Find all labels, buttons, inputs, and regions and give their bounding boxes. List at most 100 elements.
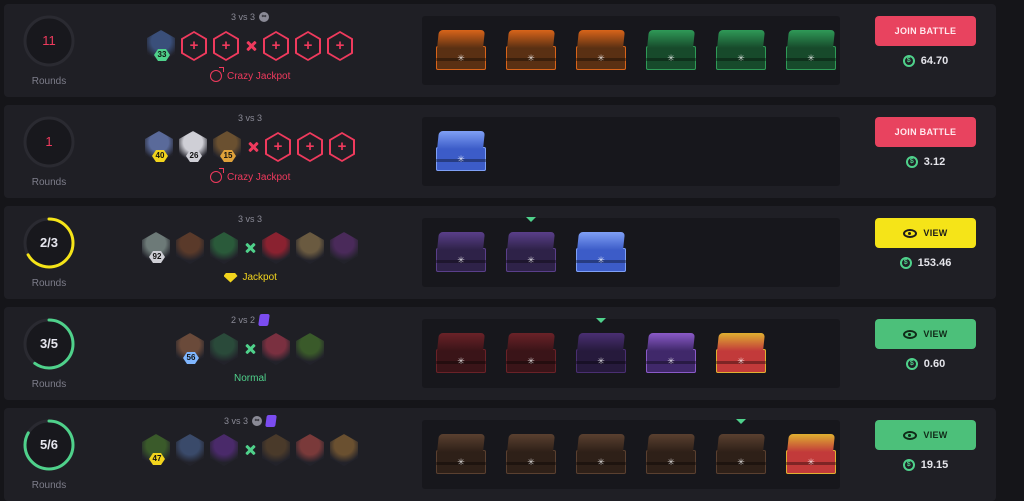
purple-case-icon: ✳ bbox=[504, 230, 558, 276]
case-lid bbox=[437, 131, 485, 149]
case-emblem-icon: ✳ bbox=[527, 457, 535, 467]
battle-action: JOIN BATTLE $3.12 bbox=[875, 117, 976, 168]
case-emblem-icon: ✳ bbox=[527, 255, 535, 265]
avatar-image bbox=[262, 232, 290, 264]
battle-mode: 3 vs 3 bbox=[238, 212, 262, 226]
battle-row[interactable]: 1 Rounds 3 vs 3 40 26 15 + + + Crazy Jackpot ✳ JOIN… bbox=[4, 105, 996, 198]
player-avatar[interactable] bbox=[330, 232, 358, 264]
empty-slot-button[interactable]: + bbox=[327, 31, 353, 61]
battle-price: $0.60 bbox=[875, 358, 976, 370]
join-battle-button[interactable]: JOIN BATTLE bbox=[875, 117, 976, 147]
case-lid bbox=[717, 333, 765, 351]
battle-action: VIEW $153.46 bbox=[875, 218, 976, 269]
rounds-indicator: 2/3 bbox=[22, 216, 76, 270]
group-icon bbox=[258, 314, 270, 326]
case-lid bbox=[577, 333, 625, 351]
battle-action: VIEW $19.15 bbox=[875, 420, 976, 471]
price-value: 0.60 bbox=[923, 358, 946, 370]
player-avatar[interactable]: 40 bbox=[145, 131, 173, 163]
price-value: 3.12 bbox=[923, 156, 946, 168]
player-avatar[interactable]: 33 bbox=[147, 30, 175, 62]
brown-case-icon: ✳ bbox=[504, 432, 558, 478]
mode-label: 3 vs 3 bbox=[238, 113, 263, 123]
player-avatar[interactable]: 15 bbox=[213, 131, 241, 163]
case-emblem-icon: ✳ bbox=[597, 457, 605, 467]
empty-slot-button[interactable]: + bbox=[265, 132, 291, 162]
case-emblem-icon: ✳ bbox=[807, 53, 815, 63]
case-lid bbox=[507, 232, 555, 250]
battle-type: Crazy Jackpot bbox=[210, 168, 290, 183]
player-avatar[interactable] bbox=[330, 434, 358, 466]
case-lid bbox=[647, 333, 695, 351]
player-avatar[interactable]: 47 bbox=[142, 434, 170, 466]
player-avatar[interactable]: 92 bbox=[142, 232, 170, 264]
flame-case-icon: ✳ bbox=[434, 28, 488, 74]
bomb-icon bbox=[210, 67, 224, 82]
case-emblem-icon: ✳ bbox=[457, 356, 465, 366]
action-label: VIEW bbox=[923, 329, 948, 339]
battle-type-label: Normal bbox=[234, 373, 267, 384]
diamond-icon bbox=[223, 272, 238, 283]
battle-price: $153.46 bbox=[875, 257, 976, 269]
battle-players: 56 bbox=[176, 333, 324, 365]
empty-slot-button[interactable]: + bbox=[329, 132, 355, 162]
player-avatar[interactable] bbox=[296, 232, 324, 264]
green-case-icon: ✳ bbox=[714, 28, 768, 74]
rounds-indicator: 3/5 bbox=[22, 317, 76, 371]
empty-slot-button[interactable]: + bbox=[297, 132, 323, 162]
battle-row[interactable]: 3/5 Rounds 2 vs 2 56 Normal ✳ ✳ ✳ ✳ ✳ VIEW $0.60 bbox=[4, 307, 996, 400]
case-lid bbox=[437, 232, 485, 250]
view-battle-button[interactable]: VIEW bbox=[875, 319, 976, 349]
flame-case-icon: ✳ bbox=[504, 28, 558, 74]
join-battle-button[interactable]: JOIN BATTLE bbox=[875, 16, 976, 46]
player-avatar[interactable] bbox=[296, 333, 324, 365]
case-lid bbox=[437, 434, 485, 452]
price-value: 153.46 bbox=[917, 257, 952, 269]
avatar-image bbox=[296, 434, 324, 466]
empty-slot-button[interactable]: + bbox=[295, 31, 321, 61]
group-icon bbox=[265, 415, 277, 427]
player-avatar[interactable] bbox=[176, 434, 204, 466]
rounds-count: 2/3 bbox=[39, 235, 59, 250]
battle-row[interactable]: 2/3 Rounds 3 vs 3 92 Jackpot ✳ ✳ ✳ VIEW $153.46 bbox=[4, 206, 996, 299]
versus-icon bbox=[245, 40, 257, 52]
case-emblem-icon: ✳ bbox=[737, 457, 745, 467]
view-battle-button[interactable]: VIEW bbox=[875, 218, 976, 248]
player-avatar[interactable] bbox=[262, 333, 290, 365]
player-avatar[interactable] bbox=[262, 232, 290, 264]
battle-row[interactable]: 5/6 Rounds 3 vs 3 ∞ 47 ✳ ✳ ✳ ✳ ✳ ✳ VIEW $19.15 bbox=[4, 408, 996, 501]
avatar-image bbox=[330, 232, 358, 264]
battle-players: 47 bbox=[142, 434, 358, 466]
empty-slot-button[interactable]: + bbox=[263, 31, 289, 61]
battle-players: 33 + + + + + bbox=[147, 30, 353, 62]
player-avatar[interactable]: 26 bbox=[179, 131, 207, 163]
battle-row[interactable]: 11 Rounds 3 vs 3 ∞ 33 + + + + + Crazy Jackpot ✳ ✳ ✳ ✳ ✳… bbox=[4, 4, 996, 97]
avatar-image bbox=[210, 333, 238, 365]
empty-slot-button[interactable]: + bbox=[181, 31, 207, 61]
rounds-count: 3/5 bbox=[39, 336, 59, 351]
plus-icon: + bbox=[335, 37, 345, 54]
case-emblem-icon: ✳ bbox=[457, 154, 465, 164]
player-avatar[interactable] bbox=[262, 434, 290, 466]
case-lid bbox=[507, 434, 555, 452]
battle-mode: 2 vs 2 bbox=[231, 313, 270, 327]
case-emblem-icon: ✳ bbox=[457, 457, 465, 467]
battle-players: 92 bbox=[142, 232, 358, 264]
player-avatar[interactable]: 56 bbox=[176, 333, 204, 365]
case-lid bbox=[787, 434, 835, 452]
player-avatar[interactable] bbox=[296, 434, 324, 466]
case-strip: ✳ bbox=[422, 117, 840, 186]
view-battle-button[interactable]: VIEW bbox=[875, 420, 976, 450]
plus-icon: + bbox=[303, 37, 313, 54]
player-avatar[interactable] bbox=[210, 232, 238, 264]
price-value: 19.15 bbox=[920, 459, 949, 471]
player-avatar[interactable] bbox=[176, 232, 204, 264]
blue-case-icon: ✳ bbox=[434, 129, 488, 175]
player-avatar[interactable] bbox=[210, 434, 238, 466]
rainbow-case-icon: ✳ bbox=[784, 432, 838, 478]
case-emblem-icon: ✳ bbox=[527, 356, 535, 366]
empty-slot-button[interactable]: + bbox=[213, 31, 239, 61]
versus-icon bbox=[244, 444, 256, 456]
case-emblem-icon: ✳ bbox=[527, 53, 535, 63]
player-avatar[interactable] bbox=[210, 333, 238, 365]
